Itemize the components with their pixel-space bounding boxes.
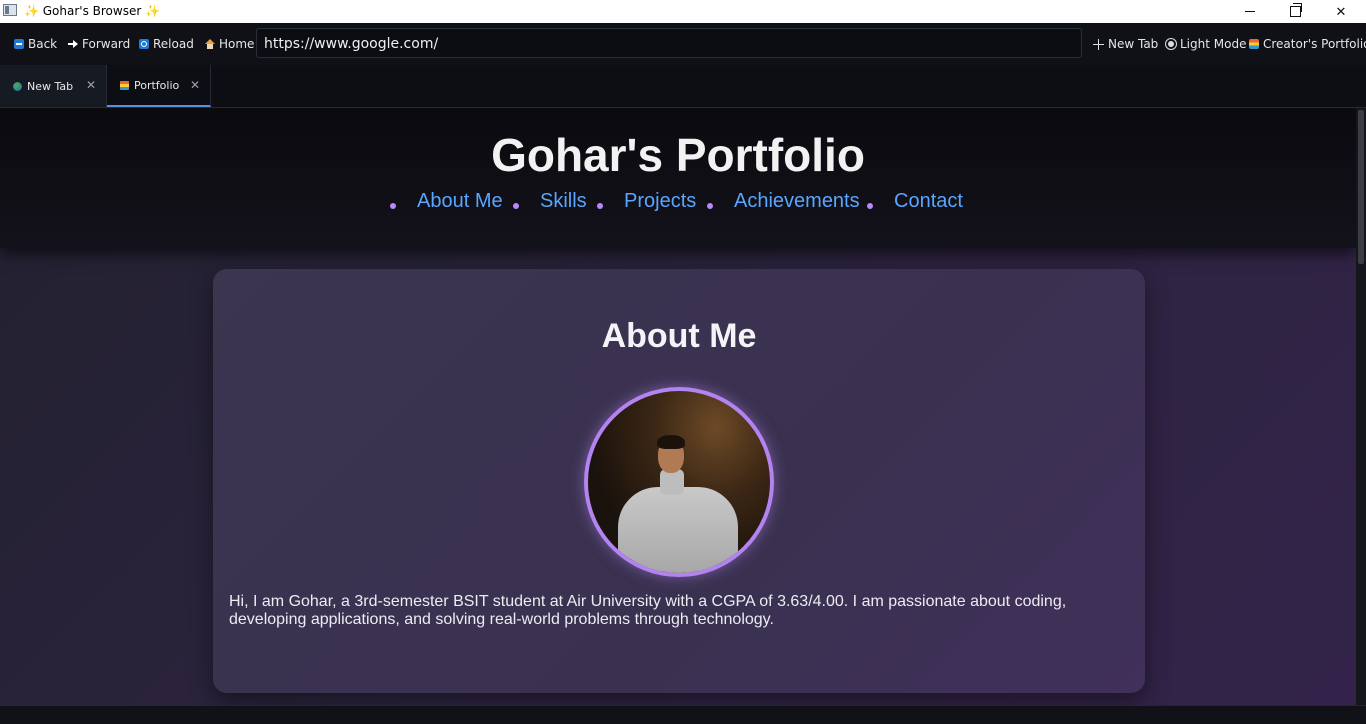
creator-portfolio-button[interactable]: Creator's Portfolio <box>1249 35 1366 53</box>
minimize-button[interactable] <box>1227 0 1273 23</box>
web-page: Gohar's Portfolio About Me Skills Projec… <box>0 108 1356 705</box>
tab-close-icon[interactable]: ✕ <box>190 78 200 92</box>
window-title: ✨ Gohar's Browser ✨ <box>24 4 161 18</box>
close-window-button[interactable]: ✕ <box>1318 0 1364 23</box>
forward-arrow-icon <box>68 39 78 49</box>
light-mode-label: Light Mode <box>1180 37 1247 51</box>
globe-icon <box>13 81 22 91</box>
home-icon <box>205 39 215 49</box>
url-input[interactable]: https://www.google.com/ <box>256 28 1082 58</box>
page-scrollbar[interactable] <box>1356 108 1366 705</box>
tab-portfolio[interactable]: Portfolio ✕ <box>107 65 211 107</box>
forward-label: Forward <box>82 37 131 51</box>
portfolio-icon <box>1249 39 1259 49</box>
reload-label: Reload <box>153 37 194 51</box>
plus-icon <box>1093 38 1104 50</box>
window-titlebar: ✨ Gohar's Browser ✨ ✕ <box>0 0 1366 23</box>
tab-bar: New Tab ✕ Portfolio ✕ <box>0 65 1366 108</box>
reload-icon <box>139 39 149 49</box>
restore-icon <box>1289 3 1302 17</box>
light-mode-button[interactable]: Light Mode <box>1166 35 1246 53</box>
nav-skills[interactable]: Skills <box>513 190 587 213</box>
about-card: About Me Hi, I am Gohar, a 3rd-semester … <box>213 269 1145 693</box>
section-title: About Me <box>601 317 757 355</box>
close-icon: ✕ <box>1335 3 1347 19</box>
photo-hair <box>657 435 685 449</box>
restore-button[interactable] <box>1272 0 1318 23</box>
back-arrow-icon <box>14 39 24 49</box>
creator-portfolio-label: Creator's Portfolio <box>1263 37 1366 51</box>
bio-text: Hi, I am Gohar, a 3rd-semester BSIT stud… <box>229 593 1067 628</box>
forward-button[interactable]: Forward <box>68 35 130 53</box>
browser-toolbar: Back Forward Reload Home https://www.goo… <box>0 23 1366 66</box>
nav-about-me[interactable]: About Me <box>390 190 503 213</box>
site-nav: About Me Skills Projects Achievements Co… <box>0 190 1356 216</box>
tab-new-tab[interactable]: New Tab ✕ <box>0 65 107 107</box>
scrollbar-thumb[interactable] <box>1358 110 1364 264</box>
new-tab-button[interactable]: New Tab <box>1093 35 1158 53</box>
nav-contact[interactable]: Contact <box>867 190 963 213</box>
site-header: Gohar's Portfolio About Me Skills Projec… <box>0 108 1356 248</box>
back-label: Back <box>28 37 58 51</box>
sun-icon <box>1168 41 1174 47</box>
profile-photo <box>584 387 774 577</box>
nav-projects[interactable]: Projects <box>596 190 696 213</box>
new-tab-label: New Tab <box>1108 37 1159 51</box>
back-button[interactable]: Back <box>14 35 57 53</box>
home-button[interactable]: Home <box>205 35 254 53</box>
tab-label: New Tab <box>27 79 74 93</box>
status-bar <box>0 705 1366 724</box>
home-label: Home <box>219 37 255 51</box>
tab-close-icon[interactable]: ✕ <box>86 78 96 92</box>
tab-label: Portfolio <box>134 78 180 92</box>
photo-body <box>618 487 738 573</box>
app-window-icon <box>3 4 17 16</box>
reload-button[interactable]: Reload <box>139 35 194 53</box>
portfolio-icon <box>120 80 129 90</box>
minimize-icon <box>1245 11 1255 12</box>
site-title: Gohar's Portfolio <box>491 129 865 181</box>
nav-achievements[interactable]: Achievements <box>707 190 860 213</box>
